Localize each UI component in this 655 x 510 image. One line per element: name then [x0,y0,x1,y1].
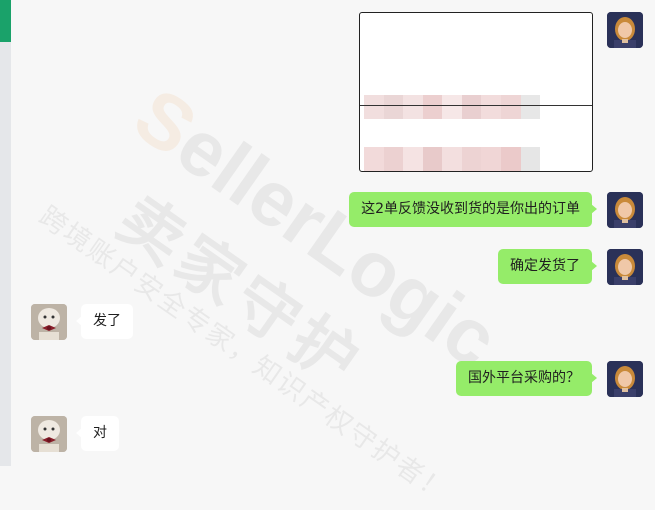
contact-avatar[interactable] [31,416,67,452]
message-bubble[interactable]: 确定发货了 [498,249,597,284]
image-divider [360,105,592,106]
redacted-content [364,147,541,171]
message-bubble[interactable]: 发了 [76,304,133,339]
watermark-slogan: 跨境账户安全专家，知识产权守护者！ [33,200,455,509]
my-avatar[interactable] [607,12,643,48]
active-accent [0,0,11,42]
redacted-content [364,95,541,119]
my-avatar[interactable] [607,249,643,285]
image-message[interactable] [359,12,593,172]
my-avatar[interactable] [607,192,643,228]
my-avatar[interactable] [607,361,643,397]
contact-avatar[interactable] [31,304,67,340]
watermark-cn-name: 卖家守护 [105,182,376,402]
message-bubble[interactable]: 国外平台采购的？ [456,361,597,396]
left-panel-strip [0,0,11,466]
message-bubble[interactable]: 这2单反馈没收到货的是你出的订单 [349,192,597,227]
message-bubble[interactable]: 对 [76,416,119,451]
